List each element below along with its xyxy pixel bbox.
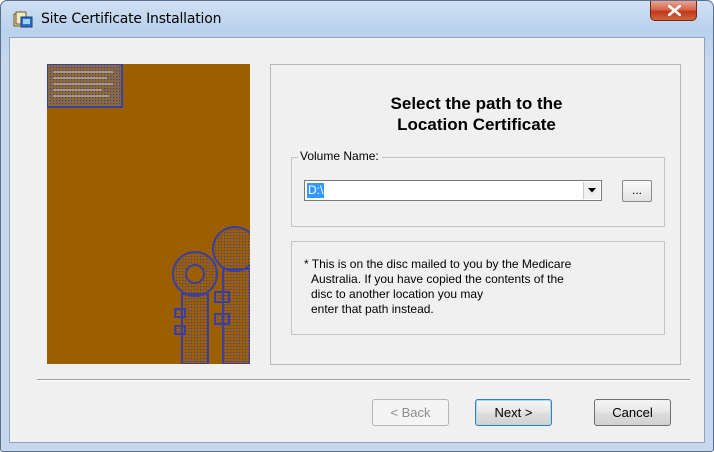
wizard-content-panel: Select the path to the Location Certific… xyxy=(270,64,681,365)
next-button[interactable]: Next > xyxy=(475,399,552,426)
window-title: Site Certificate Installation xyxy=(41,11,222,27)
footer-divider xyxy=(37,379,690,381)
chevron-down-icon xyxy=(588,188,596,193)
volume-name-value[interactable]: D:\ xyxy=(307,183,325,198)
installer-icon xyxy=(13,11,33,28)
volume-name-combobox[interactable]: D:\ xyxy=(304,180,602,201)
close-icon xyxy=(668,5,681,16)
close-button[interactable] xyxy=(650,1,697,21)
certificate-keys-illustration xyxy=(47,64,250,364)
volume-name-group: Volume Name: D:\ ... xyxy=(291,149,665,227)
info-note-box: * This is on the disc mailed to you by t… xyxy=(291,241,665,335)
note-line: disc to another location you may xyxy=(311,287,484,301)
dropdown-button[interactable] xyxy=(583,182,600,199)
browse-button[interactable]: ... xyxy=(622,180,652,202)
note-line: enter that path instead. xyxy=(311,302,434,316)
title-bar[interactable]: Site Certificate Installation xyxy=(1,1,713,31)
note-line: Australia. If you have copied the conten… xyxy=(311,272,564,286)
page-heading: Select the path to the Location Certific… xyxy=(271,93,682,135)
info-note-text: * This is on the disc mailed to you by t… xyxy=(304,257,656,317)
wizard-side-image xyxy=(47,64,250,364)
heading-line-2: Location Certificate xyxy=(397,115,556,134)
heading-line-1: Select the path to the xyxy=(390,94,563,113)
note-line: * This is on the disc mailed to you by t… xyxy=(304,257,572,271)
cancel-button[interactable]: Cancel xyxy=(594,399,671,426)
dialog-client-area: Select the path to the Location Certific… xyxy=(9,37,705,443)
back-button[interactable]: < Back xyxy=(372,399,449,426)
installer-window: Site Certificate Installation Select the… xyxy=(0,0,714,452)
volume-name-label: Volume Name: xyxy=(298,149,382,163)
